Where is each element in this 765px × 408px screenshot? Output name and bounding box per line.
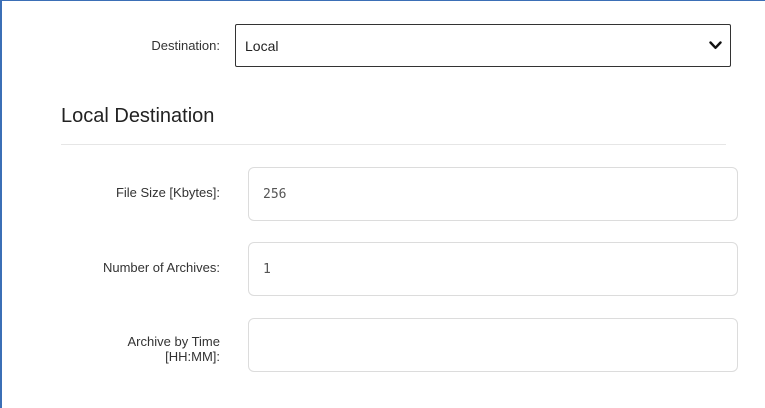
- settings-panel: Destination: Local Local Destination Fil…: [0, 0, 765, 408]
- section-title: Local Destination: [61, 105, 215, 127]
- file-size-label: File Size [Kbytes]:: [115, 185, 220, 200]
- archive-by-time-label-line2: [HH:MM]:: [165, 349, 220, 364]
- number-of-archives-label: Number of Archives:: [102, 260, 220, 275]
- archive-by-time-label: Archive by Time [HH:MM]:: [62, 334, 220, 364]
- destination-select[interactable]: Local: [235, 24, 731, 67]
- file-size-input[interactable]: [248, 167, 738, 221]
- section-divider: [61, 144, 726, 145]
- chevron-down-icon: [708, 39, 722, 53]
- archive-by-time-label-line1: Archive by Time: [127, 334, 220, 349]
- destination-label: Destination:: [151, 38, 220, 53]
- archive-by-time-input[interactable]: [248, 318, 738, 372]
- number-of-archives-input[interactable]: [248, 242, 738, 296]
- destination-selected-value: Local: [245, 37, 279, 54]
